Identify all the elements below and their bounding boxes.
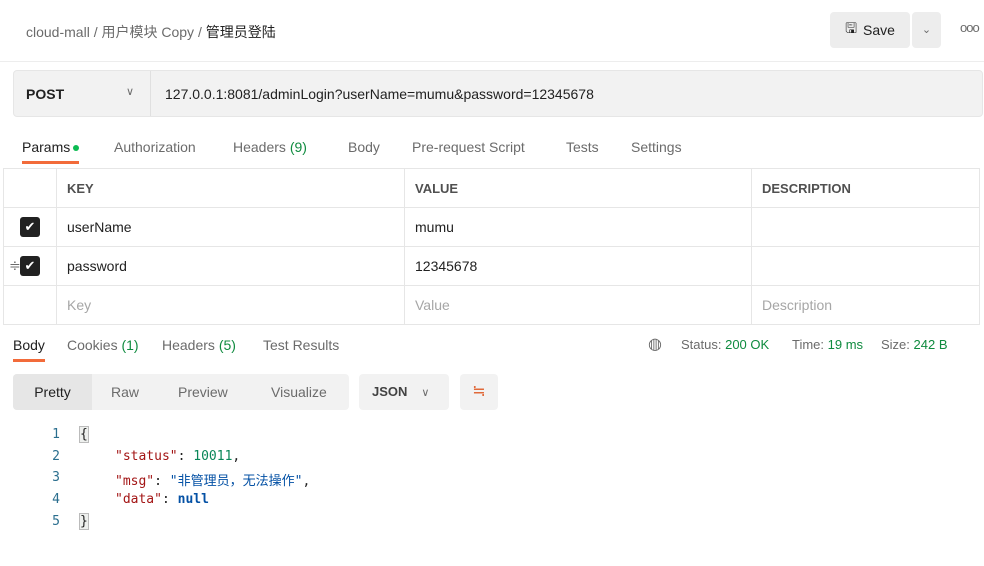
param-description[interactable] <box>751 207 980 247</box>
checkbox[interactable]: ✔ <box>20 256 40 276</box>
table-row: Key Value Description <box>3 285 980 325</box>
params-table: KEY VALUE DESCRIPTION ✔ userName mumu ≑ ✔ pass… <box>3 168 980 325</box>
breadcrumb-request[interactable]: 管理员登陆 <box>206 24 276 40</box>
wrap-lines-icon[interactable]: ≒ <box>460 374 498 410</box>
column-key: KEY <box>56 168 405 208</box>
breadcrumb: cloud-mall / 用户模块 Copy / 管理员登陆 <box>26 24 276 40</box>
table-row: ✔ userName mumu <box>3 207 980 247</box>
column-value: VALUE <box>404 168 752 208</box>
response-tab-headers[interactable]: Headers (5) <box>162 337 236 353</box>
tab-params[interactable]: Params <box>22 139 80 164</box>
save-button[interactable]: 🖫 Save <box>830 12 910 48</box>
status: Status: 200 OK <box>681 337 770 352</box>
save-icon: 🖫 <box>845 20 857 36</box>
time: Time: 19 ms <box>792 337 864 352</box>
new-description-input[interactable]: Description <box>751 285 980 325</box>
url-input[interactable]: 127.0.0.1:8081/adminLogin?userName=mumu&… <box>165 86 594 102</box>
response-tab-body[interactable]: Body <box>13 337 45 362</box>
view-visualize[interactable]: Visualize <box>271 374 327 410</box>
method-select[interactable]: POST <box>26 86 64 102</box>
drag-handle-icon[interactable]: ≑ <box>9 257 21 274</box>
tab-tests[interactable]: Tests <box>566 139 599 155</box>
column-description: DESCRIPTION <box>751 168 980 208</box>
params-dot-indicator <box>73 145 80 152</box>
tab-pre-request-script[interactable]: Pre-request Script <box>412 139 525 155</box>
response-tab-test-results[interactable]: Test Results <box>263 337 339 353</box>
view-pretty[interactable]: Pretty <box>13 374 92 410</box>
param-value[interactable]: mumu <box>404 207 752 247</box>
tab-authorization[interactable]: Authorization <box>114 139 196 155</box>
globe-icon[interactable]: ◍ <box>648 334 662 354</box>
new-value-input[interactable]: Value <box>404 285 752 325</box>
format-select[interactable]: JSON ∨ <box>359 374 449 410</box>
param-key[interactable]: userName <box>56 207 405 247</box>
more-options-icon[interactable]: ooo <box>960 20 980 35</box>
save-dropdown-button[interactable]: ⌄ <box>912 12 941 48</box>
view-preview[interactable]: Preview <box>178 374 228 410</box>
divider <box>150 71 151 116</box>
size: Size: 242 B <box>881 337 948 352</box>
breadcrumb-folder[interactable]: 用户模块 Copy <box>101 24 194 40</box>
new-key-input[interactable]: Key <box>56 285 405 325</box>
view-raw[interactable]: Raw <box>111 374 139 410</box>
chevron-down-icon[interactable]: ∨ <box>126 85 134 98</box>
tab-settings[interactable]: Settings <box>631 139 682 155</box>
tab-body[interactable]: Body <box>348 139 380 155</box>
checkbox[interactable]: ✔ <box>20 217 40 237</box>
breadcrumb-collection[interactable]: cloud-mall <box>26 24 90 40</box>
param-value[interactable]: 12345678 <box>404 246 752 286</box>
param-key[interactable]: password <box>56 246 405 286</box>
param-description[interactable] <box>751 246 980 286</box>
table-row: ≑ ✔ password 12345678 <box>3 246 980 286</box>
save-label: Save <box>863 22 895 38</box>
response-tab-cookies[interactable]: Cookies (1) <box>67 337 139 353</box>
tab-headers[interactable]: Headers (9) <box>233 139 307 155</box>
